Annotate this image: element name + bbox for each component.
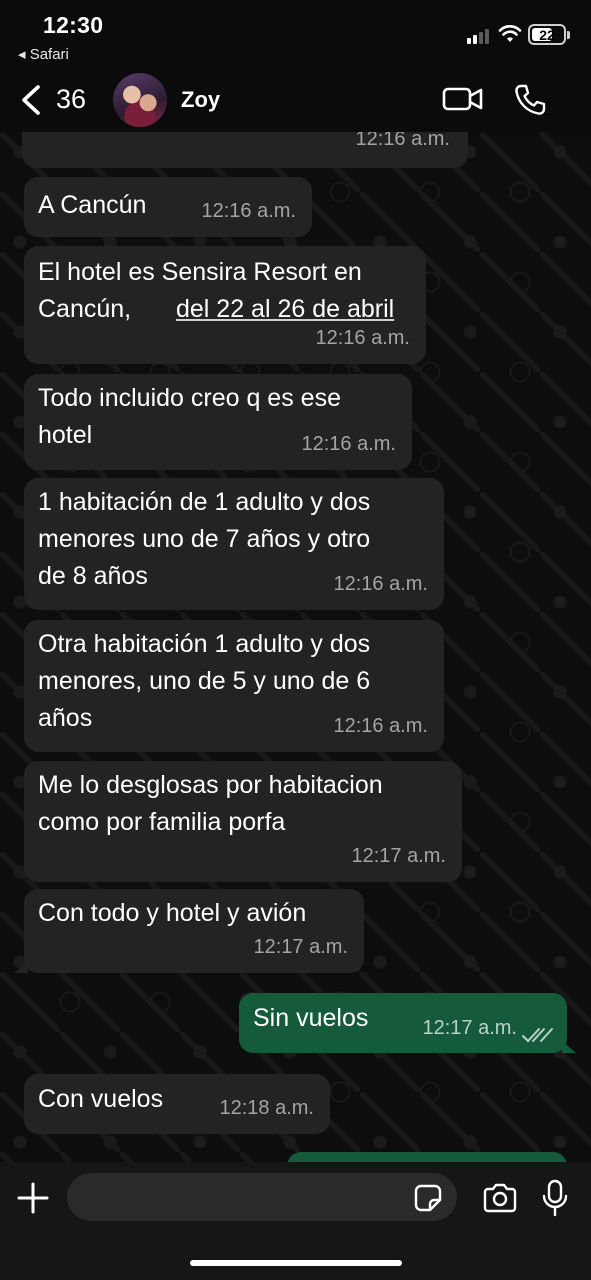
bubble-tail [14, 961, 28, 973]
message-text: Cancún, [38, 295, 139, 323]
plus-icon[interactable] [15, 1180, 51, 1216]
message-time: 12:16 a.m. [333, 715, 428, 737]
message-bubble[interactable]: Me lo desglosas por habitacion como por … [24, 761, 462, 882]
chat-header: 36 Zoy [0, 68, 591, 132]
battery-icon: 22 [528, 24, 566, 45]
message-time: 12:16 a.m. [355, 132, 450, 150]
back-button[interactable]: 36 [14, 80, 104, 120]
message-time: 12:16 a.m. [301, 433, 396, 455]
message-bubble[interactable]: 1 habitación de 1 adulto y dos menores u… [24, 478, 444, 610]
message-input-wrapper[interactable] [67, 1173, 457, 1221]
status-time: 12:30 [43, 12, 104, 38]
message-text: como por familia porfa [38, 808, 286, 836]
message-text: Con todo y hotel y avión [38, 899, 307, 927]
message-time: 12:16 a.m. [201, 200, 296, 222]
back-to-safari-link[interactable]: ◂ Safari [18, 45, 69, 63]
message-list[interactable]: 12:16 a.m. A Cancún 12:16 a.m. El hotel … [0, 132, 591, 1162]
video-call-button[interactable] [442, 84, 484, 114]
message-text: menores, uno de 5 y uno de 6 [38, 667, 371, 695]
camera-icon[interactable] [482, 1182, 518, 1214]
chevron-left-icon [22, 85, 40, 115]
battery-tip [567, 31, 570, 39]
message-bubble[interactable]: Con vuelos 12:18 a.m. [24, 1074, 330, 1134]
message-text: años [38, 704, 93, 732]
message-bubble-outgoing[interactable] [287, 1152, 567, 1162]
read-receipt-icon [522, 1028, 553, 1043]
message-text: Con vuelos [38, 1085, 164, 1113]
message-bubble[interactable]: Todo incluido creo q es ese hotel 12:16 … [24, 374, 412, 470]
unread-count: 36 [56, 84, 87, 114]
message-bubble[interactable]: 12:16 a.m. [22, 132, 468, 168]
contact-avatar[interactable] [113, 73, 167, 127]
message-time: 12:17 a.m. [253, 936, 348, 958]
message-text: Todo incluido creo q es ese [38, 384, 341, 412]
bubble-tail [562, 1041, 576, 1053]
message-text: Otra habitación 1 adulto y dos [38, 630, 371, 658]
sticker-icon[interactable] [413, 1183, 443, 1213]
wifi-icon [498, 25, 522, 42]
voice-call-button[interactable] [512, 82, 548, 118]
message-time: 12:16 a.m. [315, 327, 410, 349]
message-bubble[interactable]: Con todo y hotel y avión 12:17 a.m. [24, 889, 364, 973]
message-text: El hotel es Sensira Resort en [38, 258, 362, 286]
message-bubble[interactable]: A Cancún 12:16 a.m. [24, 177, 312, 237]
message-text: Sin vuelos [253, 1004, 369, 1032]
status-bar: 12:30 ◂ Safari 22 [0, 0, 591, 68]
message-time: 12:18 a.m. [219, 1097, 314, 1119]
cellular-signal-icon [467, 28, 493, 44]
message-text: A Cancún [38, 191, 147, 219]
message-bubble-outgoing[interactable]: Sin vuelos 12:17 a.m. [239, 993, 567, 1053]
message-text: hotel [38, 421, 93, 449]
message-text: de 8 años [38, 562, 148, 590]
battery-level: 22 [539, 27, 555, 43]
home-indicator[interactable] [190, 1260, 402, 1266]
message-time: 12:17 a.m. [351, 845, 446, 867]
message-time: 12:17 a.m. [422, 1017, 517, 1039]
message-bubble[interactable]: Otra habitación 1 adulto y dos menores, … [24, 620, 444, 752]
microphone-icon[interactable] [540, 1178, 570, 1218]
message-text: Me lo desglosas por habitacion [38, 771, 383, 799]
contact-name[interactable]: Zoy [181, 87, 220, 113]
message-text: 1 habitación de 1 adulto y dos [38, 488, 371, 516]
message-text: menores uno de 7 años y otro [38, 525, 371, 553]
message-bubble[interactable]: El hotel es Sensira Resort en Cancún, de… [24, 246, 426, 364]
message-input[interactable] [83, 1183, 403, 1211]
message-time: 12:16 a.m. [333, 573, 428, 595]
